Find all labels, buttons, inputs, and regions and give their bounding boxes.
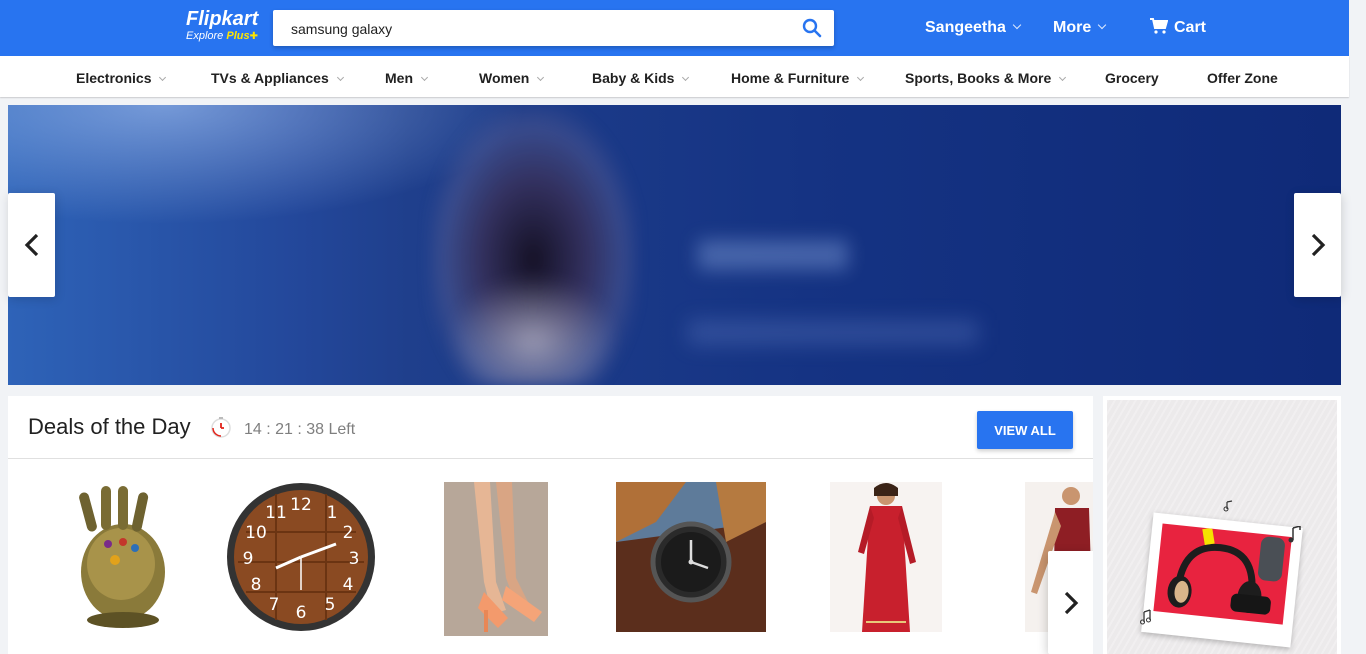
banner-next-button[interactable] (1294, 193, 1341, 297)
svg-text:11: 11 (265, 503, 287, 523)
chevron-down-icon (682, 73, 690, 82)
logo-tagline-prefix: Explore (186, 30, 224, 42)
cart-label: Cart (1174, 19, 1207, 36)
deal-product-card[interactable] (444, 482, 548, 641)
product-image: 12 12 345 678 91011 (226, 482, 376, 632)
category-label: Sports, Books & More (905, 70, 1052, 86)
more-menu[interactable]: More (1053, 19, 1107, 37)
banner-blurred-heading (698, 240, 848, 270)
logo-wordmark: Flipkart (186, 8, 259, 30)
category-electronics[interactable]: Electronics (76, 70, 167, 86)
chevron-down-icon (336, 73, 344, 82)
svg-text:5: 5 (325, 595, 336, 615)
search-icon (802, 18, 822, 38)
account-menu[interactable]: Sangeetha (925, 19, 1022, 37)
svg-text:3: 3 (349, 549, 360, 569)
svg-text:6: 6 (296, 603, 307, 623)
product-image (830, 482, 942, 632)
logo-tagline-plus: Plus (226, 30, 250, 42)
deals-of-the-day-section: Deals of the Day 14 : 21 : 38 Left VIEW … (8, 396, 1093, 654)
chevron-down-icon (420, 73, 429, 82)
chevron-down-icon (537, 73, 545, 82)
top-header: Flipkart Explore Plus✚ Sangeetha More Ca… (0, 0, 1349, 56)
chevron-down-icon (857, 73, 865, 82)
category-label: Electronics (76, 70, 152, 86)
logo-tagline: Explore Plus✚ (186, 30, 258, 43)
flipkart-logo[interactable]: Flipkart Explore Plus✚ (186, 9, 258, 43)
category-men[interactable]: Men (385, 70, 429, 86)
category-baby-kids[interactable]: Baby & Kids (592, 70, 690, 86)
chevron-down-icon (159, 73, 167, 82)
svg-text:2: 2 (343, 523, 354, 543)
plus-icon: ✚ (249, 31, 258, 42)
svg-text:8: 8 (251, 575, 262, 595)
headphones-photo (1141, 512, 1303, 648)
side-ad-banner[interactable] (1103, 396, 1341, 654)
deals-countdown: 14 : 21 : 38 Left (244, 421, 356, 438)
music-note-icon (1288, 526, 1301, 543)
category-label: Home & Furniture (731, 70, 850, 86)
svg-text:12: 12 (290, 495, 312, 515)
chevron-down-icon (1012, 20, 1022, 30)
hero-banner[interactable] (8, 105, 1341, 385)
search-input[interactable] (289, 10, 793, 48)
banner-prev-button[interactable] (8, 193, 55, 297)
cart-icon (1150, 17, 1168, 34)
view-all-button[interactable]: VIEW ALL (977, 411, 1073, 449)
headphones-icon (1167, 527, 1285, 615)
account-name: Sangeetha (925, 19, 1006, 36)
category-tvs-appliances[interactable]: TVs & Appliances (211, 70, 344, 86)
deals-header: Deals of the Day 14 : 21 : 38 Left VIEW … (8, 396, 1093, 459)
chevron-right-icon (1311, 233, 1325, 257)
more-label: More (1053, 19, 1092, 36)
music-note-icon (1140, 609, 1151, 625)
category-women[interactable]: Women (479, 70, 545, 86)
category-offer-zone[interactable]: Offer Zone (1207, 70, 1278, 86)
category-label: Men (385, 70, 413, 86)
search-bar (273, 10, 834, 48)
category-grocery[interactable]: Grocery (1105, 70, 1159, 86)
deal-product-card[interactable]: 12 1 2 345 678 9 10 11 (226, 482, 376, 637)
category-sports-books-more[interactable]: Sports, Books & More (905, 70, 1067, 86)
svg-text:10: 10 (245, 523, 267, 543)
deals-title: Deals of the Day (28, 414, 191, 439)
deal-product-card[interactable] (616, 482, 766, 637)
product-image (444, 482, 548, 636)
banner-blurred-text (688, 320, 978, 345)
category-home-furniture[interactable]: Home & Furniture (731, 70, 865, 86)
svg-text:9: 9 (243, 549, 254, 569)
stopwatch-icon (211, 417, 231, 438)
svg-text:1: 1 (327, 503, 338, 523)
music-note-icon (1223, 500, 1233, 512)
category-label: Grocery (1105, 70, 1159, 86)
deals-next-button[interactable] (1048, 551, 1093, 654)
category-nav: Electronics TVs & Appliances Men Women B… (0, 56, 1349, 97)
product-image (616, 482, 766, 632)
category-label: TVs & Appliances (211, 70, 329, 86)
search-button[interactable] (802, 18, 822, 38)
product-image (63, 482, 178, 632)
svg-text:4: 4 (343, 575, 354, 595)
side-ad-image (1107, 400, 1337, 654)
svg-text:7: 7 (269, 595, 280, 615)
category-label: Baby & Kids (592, 70, 675, 86)
chevron-right-icon (1064, 591, 1078, 614)
banner-model-image-lower (448, 275, 618, 385)
cart-link[interactable]: Cart (1150, 17, 1207, 37)
chevron-left-icon (24, 233, 38, 257)
chevron-down-icon (1059, 73, 1067, 82)
deal-product-card[interactable] (830, 482, 942, 637)
deal-product-card[interactable] (63, 482, 178, 637)
category-label: Offer Zone (1207, 70, 1278, 86)
chevron-down-icon (1097, 20, 1107, 30)
category-label: Women (479, 70, 530, 86)
